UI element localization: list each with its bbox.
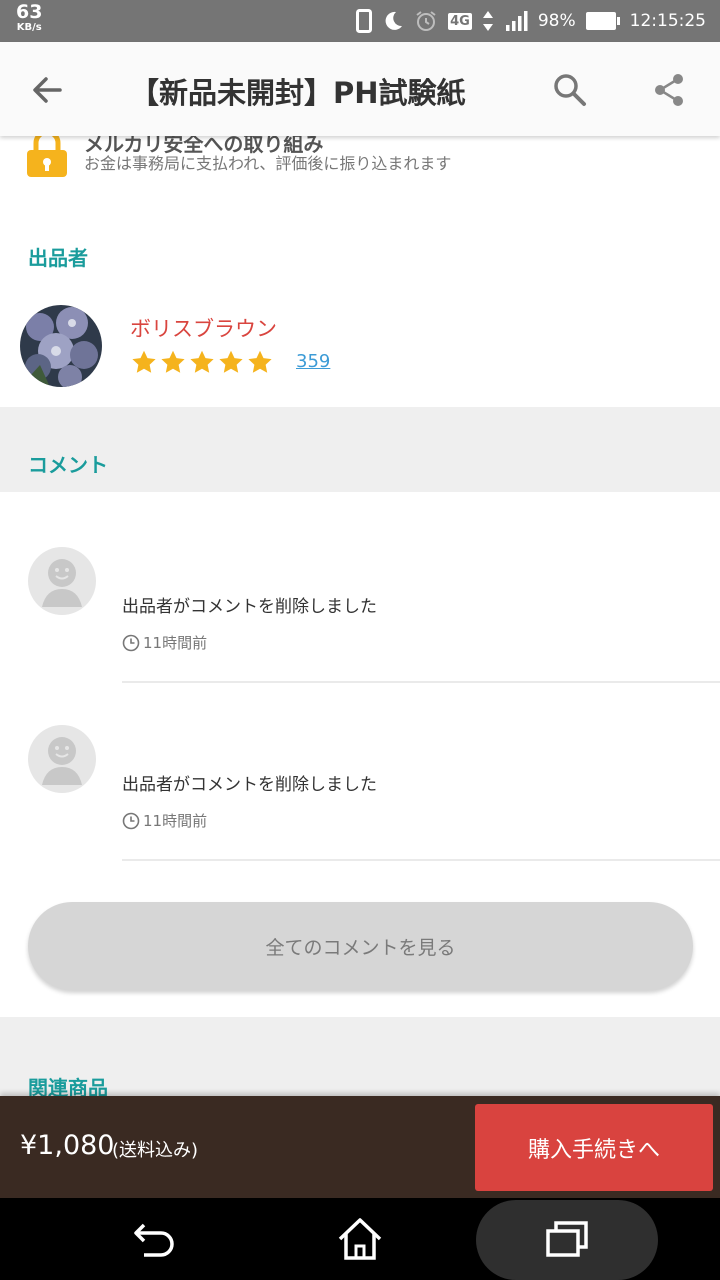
seller-avatar[interactable] bbox=[20, 305, 102, 387]
app-bar: 【新品未開封】PH試験紙 bbox=[0, 42, 720, 136]
see-all-comments-button[interactable]: 全てのコメントを見る bbox=[28, 902, 693, 990]
related-items-label: 関連商品 bbox=[28, 1076, 108, 1096]
default-avatar-icon bbox=[28, 725, 96, 793]
item-detail-content[interactable]: メルカリ安全への取り組み お金は事務局に支払われ、評価後に振り込まれます 出品者… bbox=[0, 136, 720, 1096]
status-bar: 63 KB/s 4G 98% 12:15:25 bbox=[0, 0, 720, 42]
nav-back-icon[interactable] bbox=[110, 1198, 200, 1280]
search-icon[interactable] bbox=[550, 70, 590, 110]
shipping-note: (送料込み) bbox=[112, 1140, 199, 1161]
star-icon bbox=[248, 350, 272, 373]
comment-text: 出品者がコメントを削除しました bbox=[122, 597, 377, 617]
seller-review-count-link[interactable]: 359 bbox=[296, 351, 330, 372]
phone-icon bbox=[356, 9, 373, 33]
network-speed-value: 63 bbox=[16, 1, 43, 23]
item-price: ¥1,080 bbox=[20, 1130, 115, 1161]
alarm-icon bbox=[414, 9, 438, 33]
comment-timestamp: 11時間前 bbox=[122, 810, 207, 831]
share-icon[interactable] bbox=[650, 70, 690, 110]
moon-icon bbox=[382, 10, 404, 32]
star-icon bbox=[219, 350, 243, 373]
battery-icon bbox=[585, 12, 620, 30]
comment-time-text: 11時間前 bbox=[143, 634, 208, 652]
battery-level: 98% bbox=[537, 11, 576, 31]
comment-item: 出品者がコメントを削除しました 11時間前 bbox=[0, 670, 720, 861]
lock-icon bbox=[26, 136, 68, 178]
default-avatar-icon bbox=[28, 547, 96, 615]
star-icon bbox=[190, 350, 214, 373]
network-speed: 63 KB/s bbox=[16, 3, 42, 33]
comment-time-text: 11時間前 bbox=[143, 812, 208, 830]
nav-home-icon[interactable] bbox=[315, 1198, 405, 1280]
clock: 12:15:25 bbox=[629, 11, 706, 31]
comments-list: 出品者がコメントを削除しました 11時間前 出品者がコメントを削除しました 11… bbox=[0, 492, 720, 1017]
comment-divider bbox=[122, 859, 720, 861]
back-arrow-icon[interactable] bbox=[26, 69, 68, 111]
page-title: 【新品未開封】PH試験紙 bbox=[130, 76, 466, 110]
buy-button[interactable]: 購入手続きへ bbox=[475, 1104, 713, 1191]
clock-icon bbox=[122, 634, 140, 651]
comment-timestamp: 11時間前 bbox=[122, 632, 207, 653]
seller-card[interactable]: ボリスブラウン 359 bbox=[0, 285, 720, 407]
seller-rating-stars bbox=[130, 349, 274, 376]
seller-name[interactable]: ボリスブラウン bbox=[130, 313, 277, 343]
signal-icon bbox=[504, 9, 528, 33]
star-icon bbox=[161, 350, 185, 373]
comment-text: 出品者がコメントを削除しました bbox=[122, 775, 377, 795]
seller-section-label: 出品者 bbox=[28, 246, 88, 270]
system-nav-bar bbox=[0, 1198, 720, 1280]
star-icon bbox=[132, 350, 156, 373]
nav-recent-apps-icon[interactable] bbox=[522, 1198, 612, 1280]
purchase-bar: ¥1,080 (送料込み) 購入手続きへ bbox=[0, 1096, 720, 1198]
safety-description: お金は事務局に支払われ、評価後に振り込まれます bbox=[84, 154, 452, 173]
data-arrows-icon bbox=[482, 9, 494, 33]
comments-section-label: コメント bbox=[28, 453, 108, 477]
comment-item: 出品者がコメントを削除しました 11時間前 bbox=[0, 492, 720, 683]
clock-icon bbox=[122, 812, 140, 829]
network-type: 4G bbox=[448, 12, 472, 30]
network-speed-unit: KB/s bbox=[16, 22, 42, 33]
